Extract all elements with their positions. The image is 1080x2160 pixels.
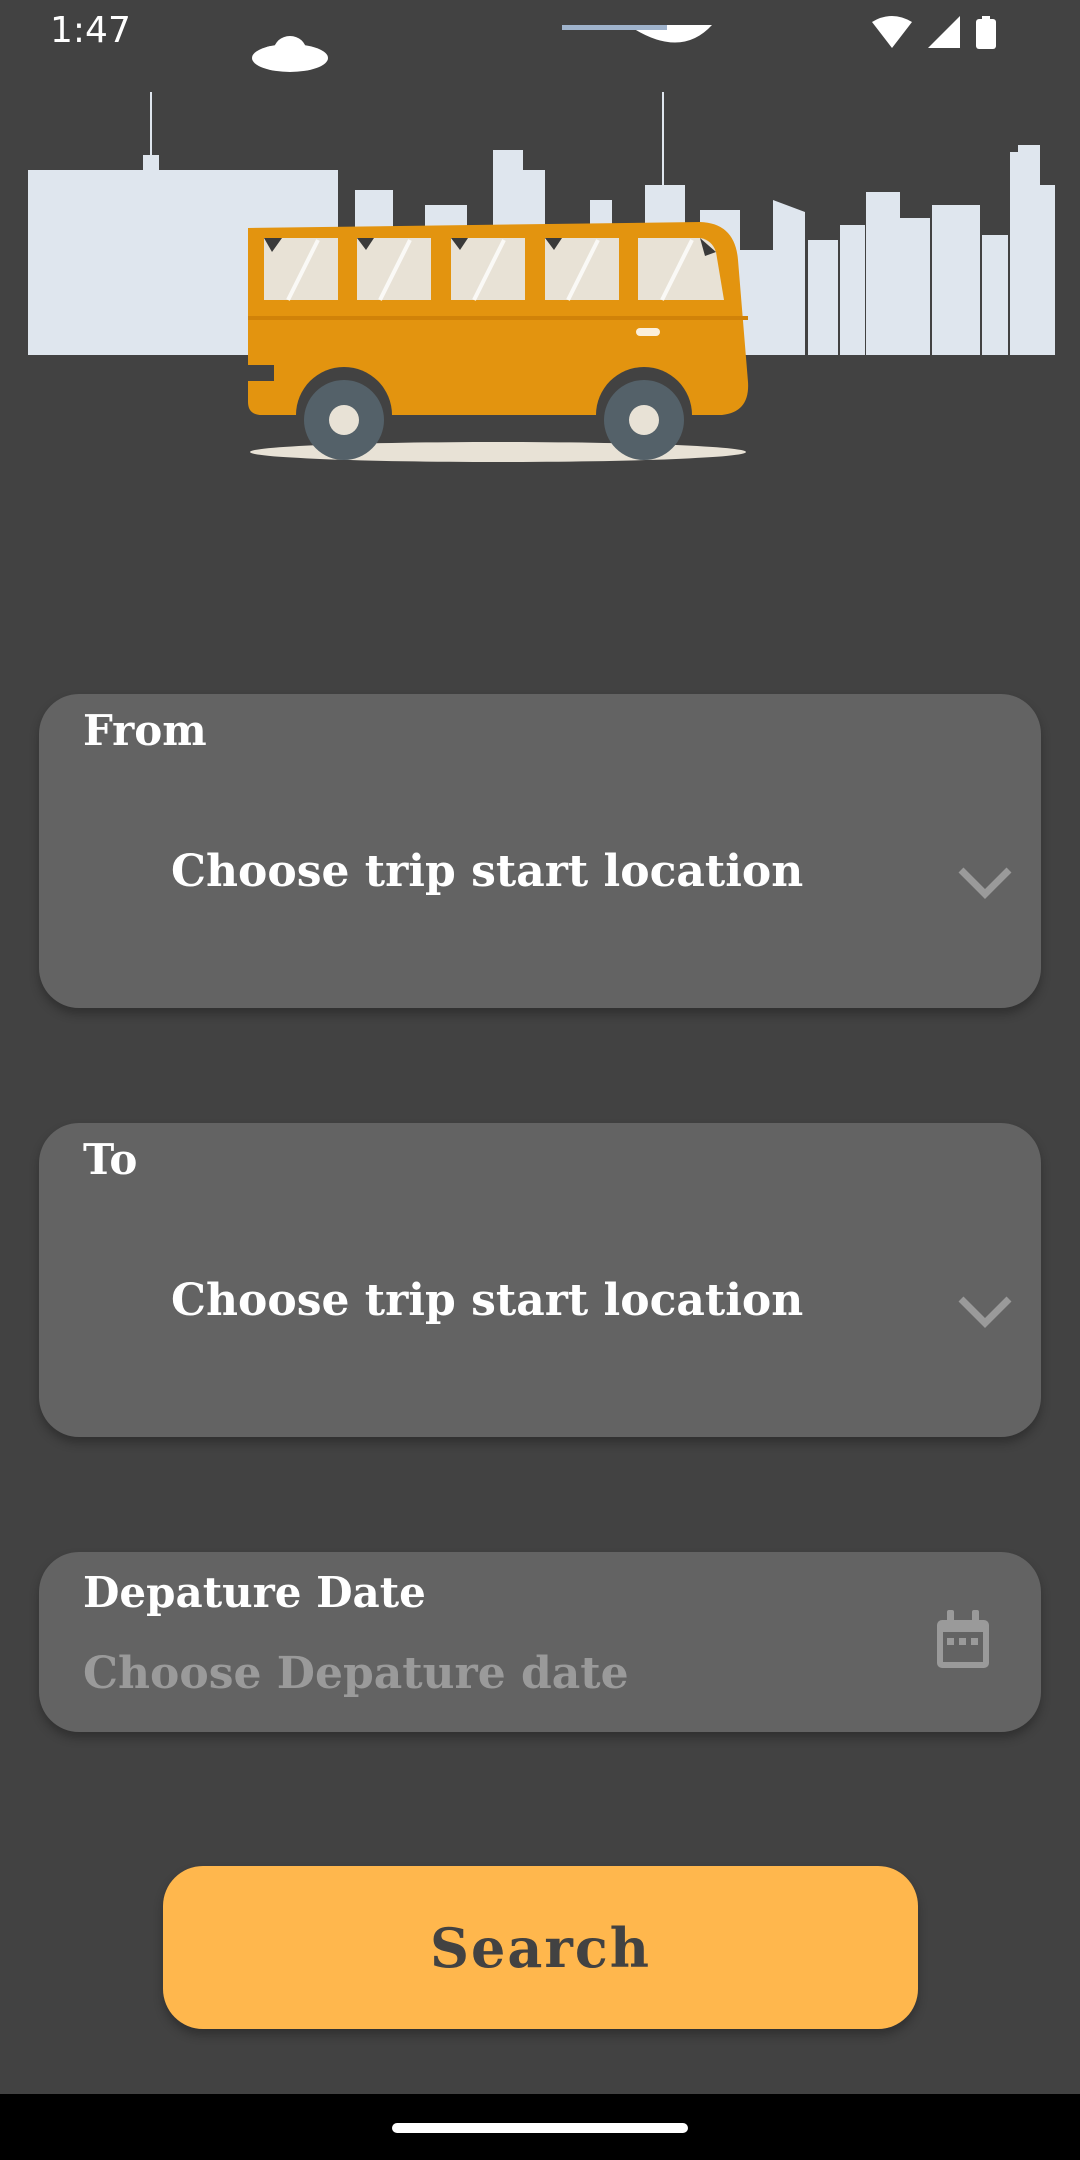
to-label: To (83, 1135, 138, 1184)
from-card: From Choose trip start location (39, 694, 1041, 1008)
bus-icon (244, 222, 749, 460)
cloud-icon (252, 36, 328, 72)
from-location-dropdown[interactable]: Choose trip start location (171, 846, 1012, 926)
from-label: From (83, 706, 207, 755)
moon-icon (562, 25, 712, 43)
to-card: To Choose trip start location (39, 1123, 1041, 1437)
chevron-down-icon (958, 867, 1012, 899)
navigation-bar (0, 2094, 1080, 2160)
departure-date-field[interactable]: Depature Date Choose Depature date (39, 1552, 1041, 1732)
bus-city-illustration (28, 25, 1055, 462)
home-gesture-handle[interactable] (392, 2123, 688, 2133)
to-dropdown-value: Choose trip start location (171, 1275, 804, 1326)
departure-date-label: Depature Date (83, 1568, 426, 1617)
chevron-down-icon (958, 1296, 1012, 1328)
to-location-dropdown[interactable]: Choose trip start location (171, 1275, 1012, 1355)
from-dropdown-value: Choose trip start location (171, 846, 804, 897)
departure-date-placeholder: Choose Depature date (83, 1648, 629, 1699)
search-button[interactable]: Search (163, 1866, 918, 2029)
calendar-icon[interactable] (935, 1610, 991, 1670)
app-screen: 1:47 From Choose trip start location To … (0, 0, 1080, 2160)
